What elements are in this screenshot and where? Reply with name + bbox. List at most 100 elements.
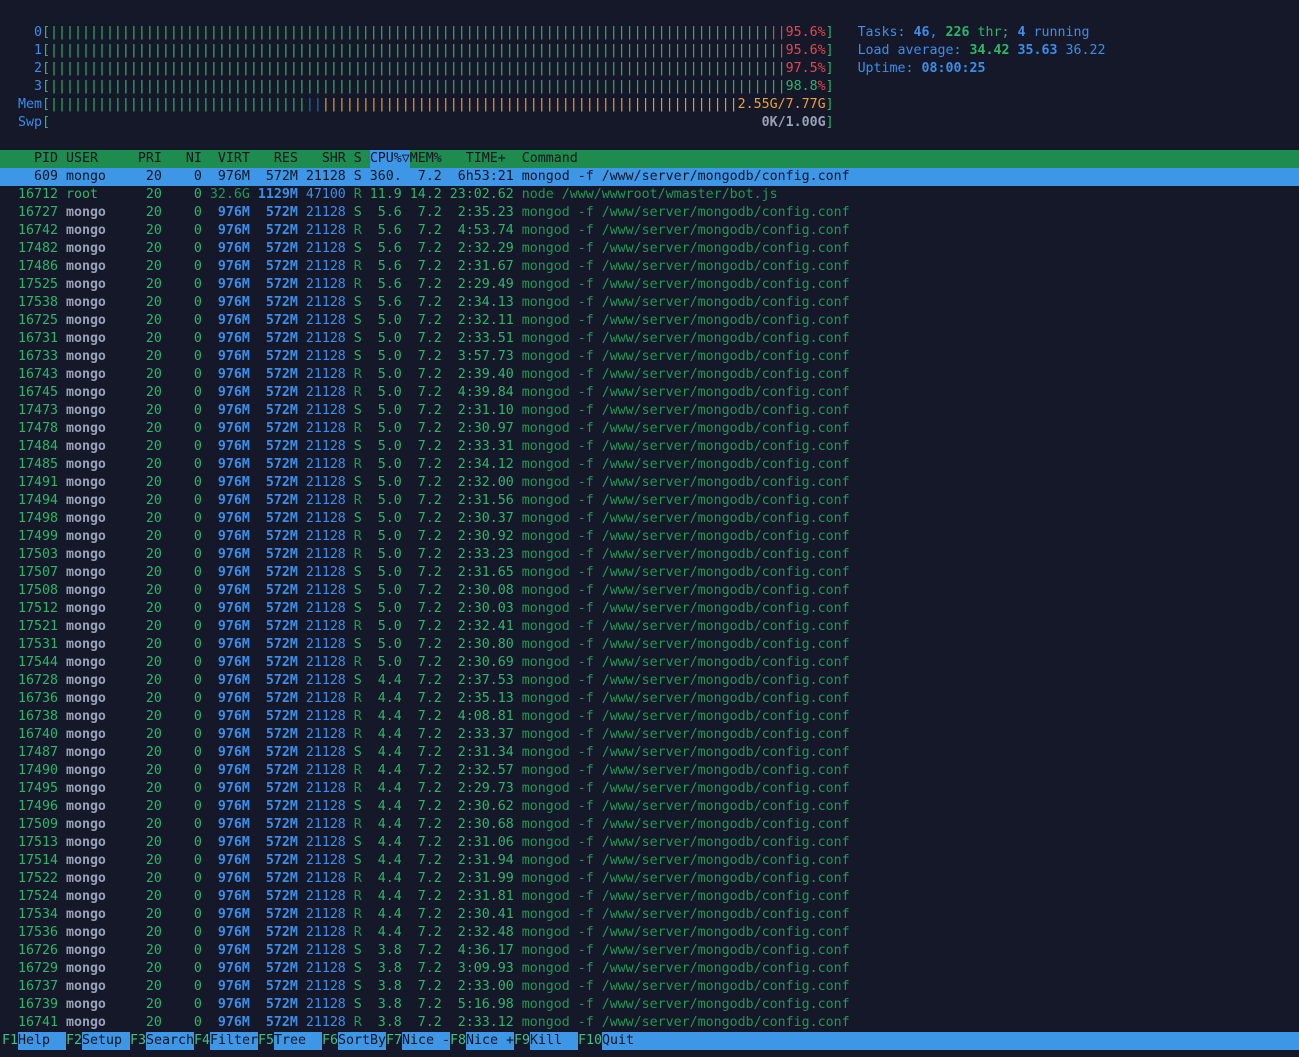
fkey-label-search[interactable]: Search [146, 1032, 194, 1050]
col-shr[interactable]: SHR [298, 150, 346, 168]
mem-value: 2.55G/7.77G [737, 97, 826, 112]
process-row[interactable]: 17478 mongo 20 0 976M 572M 21128 R 5.0 7.2 2:30.97… [0, 420, 1299, 438]
col-state[interactable]: S [346, 150, 362, 168]
process-row[interactable]: 17538 mongo 20 0 976M 572M 21128 S 5.6 7.2 2:34.13… [0, 294, 1299, 312]
process-row[interactable]: 17524 mongo 20 0 976M 572M 21128 R 4.4 7.2 2:31.81… [0, 888, 1299, 906]
process-row[interactable]: 16712 root 20 0 32.6G 1129M 47100 R 11.9 14.2 23:0… [0, 186, 1299, 204]
fkey-label-sortby[interactable]: SortBy [338, 1032, 386, 1050]
process-row[interactable]: 17536 mongo 20 0 976M 572M 21128 R 4.4 7.2 2:32.48… [0, 924, 1299, 942]
process-row[interactable]: 16726 mongo 20 0 976M 572M 21128 S 3.8 7.2 4:36.17… [0, 942, 1299, 960]
cell-user: mongo [65, 493, 106, 508]
process-row[interactable]: 16745 mongo 20 0 976M 572M 21128 R 5.0 7.2 4:39.84… [0, 384, 1299, 402]
process-row[interactable]: 16727 mongo 20 0 976M 572M 21128 S 5.6 7.2 2:35.23… [0, 204, 1299, 222]
cell-shr: 21128 [305, 907, 346, 922]
process-row[interactable]: 16729 mongo 20 0 976M 572M 21128 S 3.8 7.2 3:09.93… [0, 960, 1299, 978]
col-pid[interactable]: PID [2, 150, 58, 168]
col-cpu-sorted[interactable]: CPU%▽ [369, 150, 410, 168]
col-command[interactable]: Command [522, 150, 578, 168]
fkey-label-filter[interactable]: Filter [210, 1032, 258, 1050]
col-time[interactable]: TIME+ [442, 150, 506, 168]
process-row[interactable]: 17508 mongo 20 0 976M 572M 21128 S 5.0 7.2 2:30.08… [0, 582, 1299, 600]
process-row[interactable]: 17499 mongo 20 0 976M 572M 21128 R 5.0 7.2 2:30.92… [0, 528, 1299, 546]
fkey-f7[interactable]: F7 [386, 1032, 402, 1050]
cell-cpu-percent: 5.0 [377, 637, 402, 652]
fkey-f10[interactable]: F10 [578, 1032, 602, 1050]
process-row[interactable]: 17486 mongo 20 0 976M 572M 21128 R 5.6 7.2 2:31.67… [0, 258, 1299, 276]
process-row[interactable]: 17473 mongo 20 0 976M 572M 21128 S 5.0 7.2 2:31.10… [0, 402, 1299, 420]
process-row[interactable]: 16736 mongo 20 0 976M 572M 21128 R 4.4 7.2 2:35.13… [0, 690, 1299, 708]
process-row[interactable]: 16728 mongo 20 0 976M 572M 21128 S 4.4 7.2 2:37.53… [0, 672, 1299, 690]
cell-command: mongod -f /www/server/mongodb/config.con… [521, 601, 850, 616]
cell-state: S [353, 979, 362, 994]
cell-command: mongod -f /www/server/mongodb/config.con… [521, 943, 850, 958]
fkey-f5[interactable]: F5 [258, 1032, 274, 1050]
cell-command: mongod -f /www/server/mongodb/config.con… [521, 457, 850, 472]
col-user[interactable]: USER [66, 150, 138, 168]
process-row[interactable]: 17503 mongo 20 0 976M 572M 21128 R 5.0 7.2 2:33.23… [0, 546, 1299, 564]
process-row[interactable]: 17544 mongo 20 0 976M 572M 21128 R 5.0 7.2 2:30.69… [0, 654, 1299, 672]
fkey-label-setup[interactable]: Setup [82, 1032, 130, 1050]
process-row[interactable]: 16737 mongo 20 0 976M 572M 21128 S 3.8 7.2 2:33.00… [0, 978, 1299, 996]
col-res[interactable]: RES [250, 150, 298, 168]
process-row[interactable]: 16725 mongo 20 0 976M 572M 21128 S 5.0 7.2 2:32.11… [0, 312, 1299, 330]
cell-command: mongod -f /www/server/mongodb/config.con… [521, 331, 850, 346]
cell-cpu-percent: 4.4 [377, 709, 402, 724]
fkey-f2[interactable]: F2 [66, 1032, 82, 1050]
process-row[interactable]: 17513 mongo 20 0 976M 572M 21128 S 4.4 7.2 2:31.06… [0, 834, 1299, 852]
running-label: running [1025, 25, 1090, 40]
process-row[interactable]: 17494 mongo 20 0 976M 572M 21128 R 5.0 7.2 2:31.56… [0, 492, 1299, 510]
process-row[interactable]: 17487 mongo 20 0 976M 572M 21128 S 4.4 7.2 2:31.34… [0, 744, 1299, 762]
process-row[interactable]: 17491 mongo 20 0 976M 572M 21128 S 5.0 7.2 2:32.00… [0, 474, 1299, 492]
process-row[interactable]: 17514 mongo 20 0 976M 572M 21128 S 4.4 7.2 2:31.94… [0, 852, 1299, 870]
fkey-f1[interactable]: F1 [2, 1032, 18, 1050]
process-row[interactable]: 17482 mongo 20 0 976M 572M 21128 S 5.6 7.2 2:32.29… [0, 240, 1299, 258]
process-row[interactable]: 17496 mongo 20 0 976M 572M 21128 S 4.4 7.2 2:30.62… [0, 798, 1299, 816]
col-virt[interactable]: VIRT [202, 150, 250, 168]
cell-mem-percent: 7.2 [417, 277, 442, 292]
process-row[interactable]: 609 mongo 20 0 976M 572M 21128 S 360. 7.2 6h53:21 m… [0, 168, 1299, 186]
process-row[interactable]: 17525 mongo 20 0 976M 572M 21128 R 5.6 7.2 2:29.49… [0, 276, 1299, 294]
process-table-header[interactable]: PID USER PRI NI VIRT RES SHR S CPU%▽ MEM… [0, 150, 1299, 168]
process-row[interactable]: 17498 mongo 20 0 976M 572M 21128 S 5.0 7.2 2:30.37… [0, 510, 1299, 528]
process-row[interactable]: 17521 mongo 20 0 976M 572M 21128 R 5.0 7.2 2:32.41… [0, 618, 1299, 636]
process-row[interactable]: 17484 mongo 20 0 976M 572M 21128 S 5.0 7.2 2:33.31… [0, 438, 1299, 456]
process-row[interactable]: 16742 mongo 20 0 976M 572M 21128 R 5.6 7.2 4:53.74… [0, 222, 1299, 240]
cell-pid: 17498 [17, 511, 58, 526]
cell-pri: 20 [145, 979, 162, 994]
fkey-label-nice[interactable]: Nice + [466, 1032, 514, 1050]
cell-mem-percent: 7.2 [417, 313, 442, 328]
col-mem[interactable]: MEM% [410, 150, 442, 168]
process-row[interactable]: 17507 mongo 20 0 976M 572M 21128 S 5.0 7.2 2:31.65… [0, 564, 1299, 582]
col-ni[interactable]: NI [162, 150, 202, 168]
fkey-label-kill[interactable]: Kill [530, 1032, 578, 1050]
fkey-f8[interactable]: F8 [450, 1032, 466, 1050]
cell-pid: 17513 [17, 835, 58, 850]
fkey-label-tree[interactable]: Tree [274, 1032, 322, 1050]
fkey-label-help[interactable]: Help [18, 1032, 66, 1050]
fkey-f9[interactable]: F9 [514, 1032, 530, 1050]
col-pri[interactable]: PRI [138, 150, 162, 168]
process-row[interactable]: 17522 mongo 20 0 976M 572M 21128 R 4.4 7.2 2:31.99… [0, 870, 1299, 888]
fkey-f4[interactable]: F4 [194, 1032, 210, 1050]
fkey-label-nice[interactable]: Nice - [402, 1032, 450, 1050]
cell-pid: 17531 [17, 637, 58, 652]
process-row[interactable]: 17534 mongo 20 0 976M 572M 21128 R 4.4 7.2 2:30.41… [0, 906, 1299, 924]
cell-shr: 21128 [305, 385, 346, 400]
process-row[interactable]: 16740 mongo 20 0 976M 572M 21128 R 4.4 7.2 2:33.37… [0, 726, 1299, 744]
cell-ni: 0 [193, 421, 202, 436]
process-row[interactable]: 16738 mongo 20 0 976M 572M 21128 R 4.4 7.2 4:08.81… [0, 708, 1299, 726]
process-row[interactable]: 16733 mongo 20 0 976M 572M 21128 S 5.0 7.2 3:57.73… [0, 348, 1299, 366]
fkey-f3[interactable]: F3 [130, 1032, 146, 1050]
fkey-label-quit[interactable]: Quit [602, 1032, 1299, 1050]
process-row[interactable]: 17509 mongo 20 0 976M 572M 21128 R 4.4 7.2 2:30.68… [0, 816, 1299, 834]
process-row[interactable]: 17531 mongo 20 0 976M 572M 21128 S 5.0 7.2 2:30.80… [0, 636, 1299, 654]
process-row[interactable]: 17490 mongo 20 0 976M 572M 21128 R 4.4 7.2 2:32.57… [0, 762, 1299, 780]
fkey-f6[interactable]: F6 [322, 1032, 338, 1050]
process-row[interactable]: 17512 mongo 20 0 976M 572M 21128 S 5.0 7.2 2:30.03… [0, 600, 1299, 618]
process-row[interactable]: 16741 mongo 20 0 976M 572M 21128 R 3.8 7.2 2:33.12… [0, 1014, 1299, 1032]
process-row[interactable]: 16743 mongo 20 0 976M 572M 21128 R 5.0 7.2 2:39.40… [0, 366, 1299, 384]
process-row[interactable]: 16739 mongo 20 0 976M 572M 21128 S 3.8 7.2 5:16.98… [0, 996, 1299, 1014]
process-row[interactable]: 17495 mongo 20 0 976M 572M 21128 R 4.4 7.2 2:29.73… [0, 780, 1299, 798]
process-row[interactable]: 16731 mongo 20 0 976M 572M 21128 S 5.0 7.2 2:33.51… [0, 330, 1299, 348]
process-row[interactable]: 17485 mongo 20 0 976M 572M 21128 R 5.0 7.2 2:34.12… [0, 456, 1299, 474]
